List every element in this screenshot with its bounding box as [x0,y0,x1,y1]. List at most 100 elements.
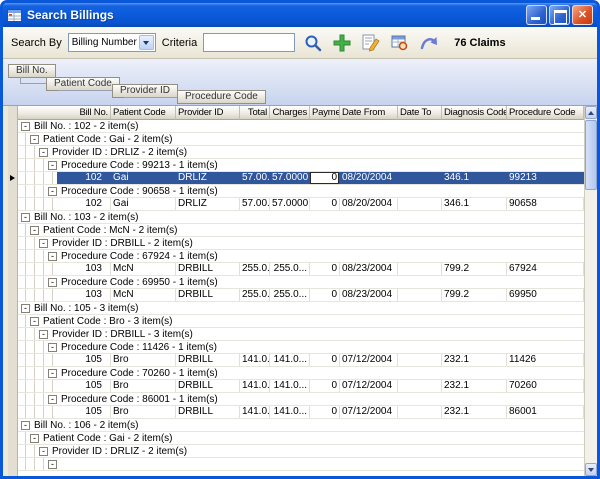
cell-charges: 57.0000 [270,172,310,184]
cell-bill-no: 105 [57,354,111,366]
data-row-103-69950[interactable]: 103McNDRBILL255.0...255.0...008/23/20047… [18,289,584,302]
search-by-dropdown[interactable]: Billing Number [68,33,156,52]
cell-provider-id: DRBILL [176,263,240,275]
triangle-up-icon [588,111,594,115]
collapse-toggle-icon[interactable]: - [39,239,48,248]
collapse-toggle-icon[interactable]: - [30,135,39,144]
group-row-provider-id-drliz-2-item-s[interactable]: -Provider ID : DRLIZ - 2 item(s) [18,146,584,159]
groupby-tag-provider-id[interactable]: Provider ID [112,84,178,98]
group-row-procedure-code-86001-1-item-s[interactable]: -Procedure Code : 86001 - 1 item(s) [18,393,584,406]
search-button[interactable] [301,31,324,54]
collapse-toggle-icon[interactable]: - [48,460,57,469]
payment-edit-cell[interactable]: 0 [310,172,340,184]
collapse-toggle-icon[interactable]: - [21,213,30,222]
data-row-102-90658[interactable]: 102GaiDRLIZ57.00...57.0000008/20/2004346… [18,198,584,211]
collapse-toggle-icon[interactable]: - [48,395,57,404]
group-row-patient-code-bro-3-item-s[interactable]: -Patient Code : Bro - 3 item(s) [18,315,584,328]
collapse-toggle-icon[interactable]: - [30,434,39,443]
column-header-procedure-code[interactable]: Procedure Code [507,106,584,120]
group-row-patient-code-gai-2-item-s[interactable]: -Patient Code : Gai - 2 item(s) [18,432,584,445]
criteria-input[interactable] [203,33,295,52]
column-header-bill-no[interactable]: Bill No. [18,106,111,120]
cell-charges: 255.0... [270,289,310,301]
groupby-tag-bill-no[interactable]: Bill No. [8,64,56,78]
column-header-date-to[interactable]: Date To [398,106,442,120]
groupby-tag-patient-code[interactable]: Patient Code [46,77,120,91]
grid-header-row: Bill No.Patient CodeProvider IDTotalChar… [18,106,584,120]
collapse-toggle-icon[interactable]: - [21,421,30,430]
group-row-procedure-code-90658-1-item-s[interactable]: -Procedure Code : 90658 - 1 item(s) [18,185,584,198]
collapse-toggle-icon[interactable]: - [39,148,48,157]
billing-grid: Bill No.Patient CodeProvider IDTotalChar… [8,106,597,476]
column-header-provider-id[interactable]: Provider ID [176,106,240,120]
scroll-down-button[interactable] [585,463,597,476]
collapse-toggle-icon[interactable]: - [21,122,30,131]
collapse-toggle-icon[interactable]: - [30,226,39,235]
tree-guide-line [43,354,44,366]
view-details-button[interactable] [388,31,411,54]
data-row-102-99213[interactable]: 102GaiDRLIZ57.00...57.0000008/20/2004346… [18,172,584,185]
groupby-tag-procedure-code[interactable]: Procedure Code [177,90,266,104]
group-row-procedure-code-70260-1-item-s[interactable]: -Procedure Code : 70260 - 1 item(s) [18,367,584,380]
group-row-patient-code-gai-2-item-s[interactable]: -Patient Code : Gai - 2 item(s) [18,133,584,146]
tree-guide-line [34,406,35,418]
group-row-bill-no-102-2-item-s[interactable]: -Bill No. : 102 - 2 item(s) [18,120,584,133]
window-controls [526,5,593,25]
scrollbar-track[interactable] [585,119,597,463]
group-row-procedure-code-69950-1-item-s[interactable]: -Procedure Code : 69950 - 1 item(s) [18,276,584,289]
dropdown-button[interactable] [139,35,154,50]
group-row-label: Provider ID : DRLIZ - 2 item(s) [52,147,187,158]
edit-button[interactable] [359,31,382,54]
cell-bill-no: 105 [57,380,111,392]
collapse-toggle-icon[interactable]: - [48,278,57,287]
minimize-button[interactable] [526,5,547,25]
group-row-procedure-code-67924-1-item-s[interactable]: -Procedure Code : 67924 - 1 item(s) [18,250,584,263]
collapse-toggle-icon[interactable]: - [48,369,57,378]
vertical-scrollbar[interactable] [584,106,597,476]
titlebar[interactable]: Search Billings [3,3,597,27]
column-header-patient-code[interactable]: Patient Code [111,106,176,120]
close-button[interactable] [572,5,593,25]
tree-guide-line [25,380,26,392]
collapse-toggle-icon[interactable]: - [48,252,57,261]
group-row-bill-no-106-2-item-s[interactable]: -Bill No. : 106 - 2 item(s) [18,419,584,432]
collapse-toggle-icon[interactable]: - [21,304,30,313]
column-header-payme[interactable]: Payme... [310,106,340,120]
group-row-patient-code-mcn-2-item-s[interactable]: -Patient Code : McN - 2 item(s) [18,224,584,237]
column-header-charges[interactable]: Charges [270,106,310,120]
collapse-toggle-icon[interactable]: - [39,447,48,456]
column-header-date-from[interactable]: Date From [340,106,398,120]
cell-provider-id: DRBILL [176,380,240,392]
cell-provider-id: DRLIZ [176,198,240,210]
data-row-105-70260[interactable]: 105BroDRBILL141.0...141.0...007/12/20042… [18,380,584,393]
curved-arrow-icon [419,34,439,52]
column-header-diagnosis-code[interactable]: Diagnosis Code [442,106,507,120]
data-row-105-86001[interactable]: 105BroDRBILL141.0...141.0...007/12/20042… [18,406,584,419]
group-row-provider-id-drliz-2-item-s[interactable]: -Provider ID : DRLIZ - 2 item(s) [18,445,584,458]
cell-procedure-code: 86001 [507,406,584,418]
column-header-total[interactable]: Total [240,106,270,120]
scrollbar-thumb[interactable] [585,120,597,190]
group-row-procedure-code-99213-1-item-s[interactable]: -Procedure Code : 99213 - 1 item(s) [18,159,584,172]
group-row-partial[interactable]: - [18,458,584,471]
group-row-bill-no-105-3-item-s[interactable]: -Bill No. : 105 - 3 item(s) [18,302,584,315]
collapse-toggle-icon[interactable]: - [48,343,57,352]
group-row-procedure-code-11426-1-item-s[interactable]: -Procedure Code : 11426 - 1 item(s) [18,341,584,354]
add-button[interactable] [330,31,353,54]
data-row-103-67924[interactable]: 103McNDRBILL255.0...255.0...008/23/20047… [18,263,584,276]
collapse-toggle-icon[interactable]: - [48,161,57,170]
group-row-label: Provider ID : DRBILL - 2 item(s) [52,238,193,249]
group-row-bill-no-103-2-item-s[interactable]: -Bill No. : 103 - 2 item(s) [18,211,584,224]
group-row-provider-id-drbill-3-item-s[interactable]: -Provider ID : DRBILL - 3 item(s) [18,328,584,341]
group-row-label: Procedure Code : 90658 - 1 item(s) [61,186,218,197]
data-row-105-11426[interactable]: 105BroDRBILL141.0...141.0...007/12/20042… [18,354,584,367]
cell-diagnosis-code: 232.1 [442,354,507,366]
collapse-toggle-icon[interactable]: - [39,330,48,339]
tree-guide-line [34,354,35,366]
maximize-button[interactable] [549,5,570,25]
collapse-toggle-icon[interactable]: - [30,317,39,326]
refresh-button[interactable] [417,31,440,54]
scroll-up-button[interactable] [585,106,597,119]
collapse-toggle-icon[interactable]: - [48,187,57,196]
group-row-provider-id-drbill-2-item-s[interactable]: -Provider ID : DRBILL - 2 item(s) [18,237,584,250]
